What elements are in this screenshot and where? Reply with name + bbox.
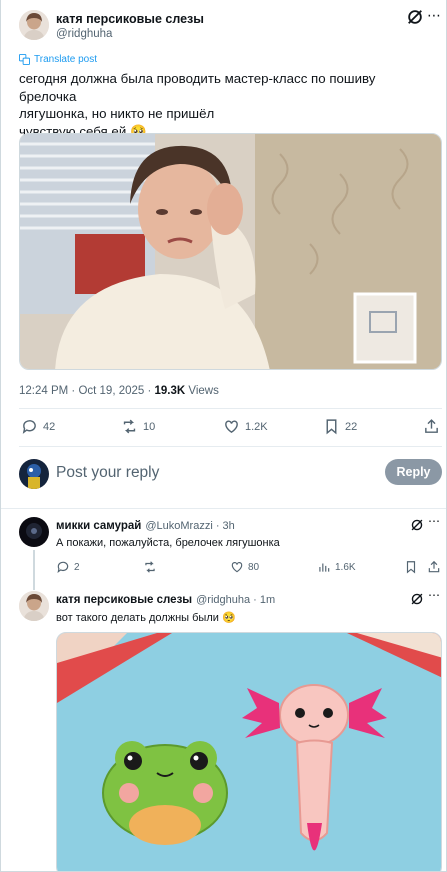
heart-icon xyxy=(231,562,243,573)
grok-icon[interactable] xyxy=(406,8,424,26)
reply-icon xyxy=(57,561,69,574)
like-action[interactable]: 80 xyxy=(230,560,259,574)
reply-header: катя персиковые слезы @ridghuha · 1m xyxy=(56,594,275,606)
repost-icon xyxy=(145,561,155,573)
grok-icon[interactable] xyxy=(410,592,424,606)
post-meta: 12:24 PM · Oct 19, 2025 · 19.3K Views xyxy=(19,385,219,397)
reply-author-handle[interactable]: @LukoMrazzi · 3h xyxy=(145,520,234,532)
views-count: 19.3K xyxy=(154,385,186,397)
post-text-line-2: лягушонка, но никто не пришёл xyxy=(19,106,215,121)
share-action[interactable] xyxy=(423,418,440,435)
reply-author-name[interactable]: катя персиковые слезы xyxy=(56,594,192,606)
reply-composer: Post your reply Reply xyxy=(1,455,446,495)
views-action[interactable]: 1.6K xyxy=(317,560,356,574)
more-options-icon[interactable]: ⋯ xyxy=(428,514,441,528)
author-handle[interactable]: @ridghuha xyxy=(56,28,112,40)
reply-action[interactable]: 2 xyxy=(56,560,80,574)
post-image[interactable] xyxy=(19,133,442,370)
like-count: 1.2K xyxy=(245,420,268,433)
reply-input[interactable]: Post your reply xyxy=(56,464,159,482)
grok-icon[interactable] xyxy=(410,518,424,532)
bookmark-count: 22 xyxy=(345,420,358,433)
reply-text: А покажи, пожалуйста, брелочек лягушонка xyxy=(56,537,280,549)
reply-header: микки самурай @LukoMrazzi · 3h xyxy=(56,520,235,532)
views-icon xyxy=(319,563,330,572)
divider xyxy=(19,408,442,409)
reply-count: 42 xyxy=(43,420,56,433)
share-action[interactable] xyxy=(427,560,441,574)
reply-count: 2 xyxy=(74,561,80,573)
author-avatar[interactable] xyxy=(19,10,49,40)
bookmark-icon xyxy=(406,561,416,574)
divider xyxy=(19,446,442,447)
reply-image[interactable] xyxy=(56,632,442,871)
post-actions: 42 10 1.2K 22 xyxy=(19,418,442,440)
thread-line xyxy=(33,550,35,590)
reply-avatar[interactable] xyxy=(19,517,49,547)
share-icon xyxy=(428,560,440,573)
post-text: сегодня должна была проводить мастер-кла… xyxy=(19,70,434,140)
like-count: 80 xyxy=(248,561,260,573)
more-options-icon[interactable]: ⋯ xyxy=(427,7,442,24)
repost-action[interactable]: 10 xyxy=(121,418,155,435)
divider xyxy=(1,508,446,509)
reply-avatar[interactable] xyxy=(19,591,49,621)
translate-icon xyxy=(19,54,30,65)
post-thread: катя персиковые слезы @ridghuha ⋯ Transl… xyxy=(0,0,447,872)
reply-button[interactable]: Reply xyxy=(385,459,442,485)
repost-action[interactable] xyxy=(143,560,161,574)
translate-label: Translate post xyxy=(34,54,97,65)
reply-actions: 2 80 1.6K xyxy=(56,560,441,576)
reply-text: вот такого делать должны были 🥺 xyxy=(56,612,236,624)
post-text-line-1: сегодня должна была проводить мастер-кла… xyxy=(19,71,376,104)
bookmark-action[interactable]: 22 xyxy=(323,418,357,435)
bookmark-action[interactable] xyxy=(404,560,418,574)
bookmark-icon xyxy=(326,419,337,435)
post-time[interactable]: 12:24 PM · Oct 19, 2025 · xyxy=(19,385,155,397)
author-name[interactable]: катя персиковые слезы xyxy=(56,12,204,26)
user-avatar[interactable] xyxy=(19,459,49,489)
views-label: Views xyxy=(185,385,219,397)
repost-icon xyxy=(123,419,136,434)
reply-action[interactable]: 42 xyxy=(21,418,55,435)
reply-author-handle[interactable]: @ridghuha · 1m xyxy=(196,594,275,606)
views-count: 1.6K xyxy=(335,561,356,573)
share-icon xyxy=(425,419,438,433)
heart-icon xyxy=(225,420,238,434)
reply-author-name[interactable]: микки самурай xyxy=(56,520,141,532)
reply-icon xyxy=(22,420,36,434)
translate-post-link[interactable]: Translate post xyxy=(19,54,97,65)
more-options-icon[interactable]: ⋯ xyxy=(428,588,441,602)
repost-count: 10 xyxy=(143,420,156,433)
like-action[interactable]: 1.2K xyxy=(223,418,268,435)
